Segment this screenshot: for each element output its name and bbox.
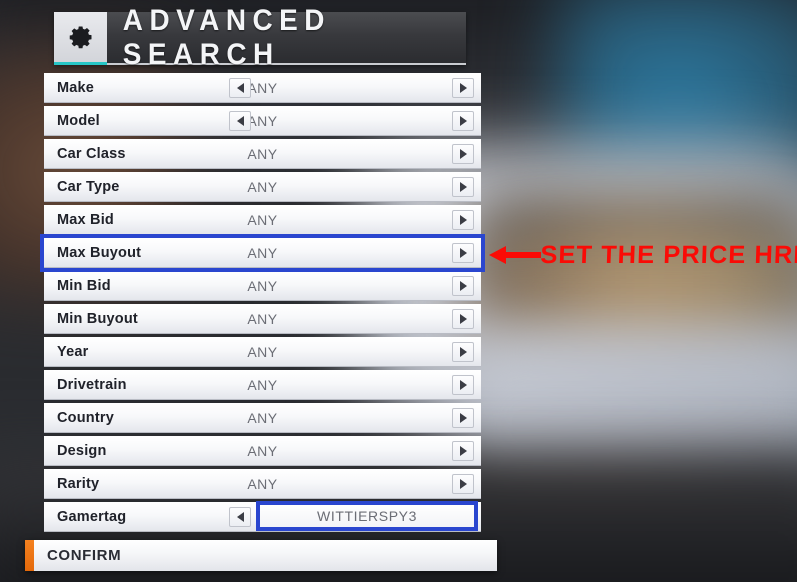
filter-row[interactable]: Country ANY bbox=[44, 403, 481, 433]
filter-row-label: Country bbox=[57, 410, 114, 426]
confirm-label: CONFIRM bbox=[47, 547, 122, 564]
filter-row-value: ANY bbox=[247, 113, 278, 129]
filter-row-label: Make bbox=[57, 80, 95, 96]
chevron-left-icon[interactable] bbox=[229, 111, 251, 131]
chevron-right-icon[interactable] bbox=[452, 210, 474, 230]
chevron-right-icon[interactable] bbox=[452, 276, 474, 296]
chevron-left-glyph bbox=[236, 512, 244, 522]
chevron-right-glyph bbox=[459, 479, 467, 489]
gamertag-input-value: WITTIERSPY3 bbox=[317, 508, 417, 524]
search-filters-list: Make ANY Model ANY Car Class ANY Car Type ANY Ma… bbox=[40, 73, 485, 535]
chevron-right-glyph bbox=[459, 83, 467, 93]
chevron-right-glyph bbox=[459, 314, 467, 324]
gamertag-input[interactable]: WITTIERSPY3 bbox=[256, 501, 478, 531]
chevron-right-glyph bbox=[459, 446, 467, 456]
chevron-right-icon[interactable] bbox=[452, 144, 474, 164]
filter-row-value: ANY bbox=[247, 344, 278, 360]
chevron-right-icon[interactable] bbox=[452, 474, 474, 494]
chevron-right-icon[interactable] bbox=[452, 111, 474, 131]
annotation-callout: SET THE PRICE HRE bbox=[489, 238, 797, 272]
chevron-right-glyph bbox=[459, 248, 467, 258]
filter-row-label: Car Class bbox=[57, 146, 126, 162]
confirm-button-body[interactable]: CONFIRM bbox=[34, 540, 497, 571]
chevron-right-glyph bbox=[459, 149, 467, 159]
chevron-left-icon[interactable] bbox=[229, 507, 251, 527]
chevron-right-icon[interactable] bbox=[452, 309, 474, 329]
filter-row-label: Max Bid bbox=[57, 212, 114, 228]
filter-row-label: Min Buyout bbox=[57, 311, 138, 327]
chevron-right-icon[interactable] bbox=[452, 78, 474, 98]
chevron-left-icon[interactable] bbox=[229, 78, 251, 98]
filter-row[interactable]: Car Type ANY bbox=[44, 172, 481, 202]
filter-row-label: Drivetrain bbox=[57, 377, 127, 393]
filter-row-label: Min Bid bbox=[57, 278, 111, 294]
filter-row[interactable]: Max Bid ANY bbox=[44, 205, 481, 235]
chevron-right-icon[interactable] bbox=[452, 342, 474, 362]
chevron-right-glyph bbox=[459, 347, 467, 357]
chevron-right-glyph bbox=[459, 215, 467, 225]
filter-row[interactable]: Max Buyout ANY bbox=[40, 234, 485, 272]
gear-icon bbox=[54, 12, 107, 65]
chevron-right-glyph bbox=[459, 116, 467, 126]
filter-row-label: Year bbox=[57, 344, 89, 360]
filter-row[interactable]: Gamertag WITTIERSPY3 bbox=[44, 501, 481, 532]
confirm-accent-bar bbox=[25, 540, 34, 571]
filter-row[interactable]: Year ANY bbox=[44, 337, 481, 367]
filter-row-label: Max Buyout bbox=[57, 245, 142, 261]
filter-row[interactable]: Design ANY bbox=[44, 436, 481, 466]
filter-row[interactable]: Min Buyout ANY bbox=[44, 304, 481, 334]
header-title-container: ADVANCED SEARCH bbox=[107, 4, 466, 71]
confirm-button[interactable]: CONFIRM bbox=[25, 540, 497, 571]
filter-row[interactable]: Model ANY bbox=[44, 106, 481, 136]
filter-row-value: ANY bbox=[247, 80, 278, 96]
filter-row[interactable]: Rarity ANY bbox=[44, 469, 481, 499]
chevron-right-icon[interactable] bbox=[452, 408, 474, 428]
annotation-text: SET THE PRICE HRE bbox=[539, 240, 797, 269]
filter-row-label: Rarity bbox=[57, 476, 100, 492]
filter-row[interactable]: Car Class ANY bbox=[44, 139, 481, 169]
chevron-right-icon[interactable] bbox=[452, 441, 474, 461]
filter-row[interactable]: Make ANY bbox=[44, 73, 481, 103]
filter-row-value: ANY bbox=[247, 443, 278, 459]
chevron-right-glyph bbox=[459, 281, 467, 291]
filter-row-label: Model bbox=[57, 113, 100, 129]
advanced-search-header: ADVANCED SEARCH bbox=[54, 4, 466, 71]
chevron-right-glyph bbox=[459, 380, 467, 390]
filter-row-label: Car Type bbox=[57, 179, 120, 195]
chevron-right-glyph bbox=[459, 182, 467, 192]
filter-row-value: ANY bbox=[247, 476, 278, 492]
filter-row[interactable]: Min Bid ANY bbox=[44, 271, 481, 301]
filter-row[interactable]: Drivetrain ANY bbox=[44, 370, 481, 400]
chevron-right-glyph bbox=[459, 413, 467, 423]
left-arrow-icon bbox=[489, 246, 541, 264]
chevron-left-glyph bbox=[236, 83, 244, 93]
chevron-right-icon[interactable] bbox=[452, 375, 474, 395]
chevron-right-icon[interactable] bbox=[452, 243, 474, 263]
chevron-right-icon[interactable] bbox=[452, 177, 474, 197]
filter-row-label: Design bbox=[57, 443, 107, 459]
chevron-left-glyph bbox=[236, 116, 244, 126]
page-title: ADVANCED SEARCH bbox=[122, 3, 331, 71]
filter-row-label: Gamertag bbox=[57, 509, 127, 525]
